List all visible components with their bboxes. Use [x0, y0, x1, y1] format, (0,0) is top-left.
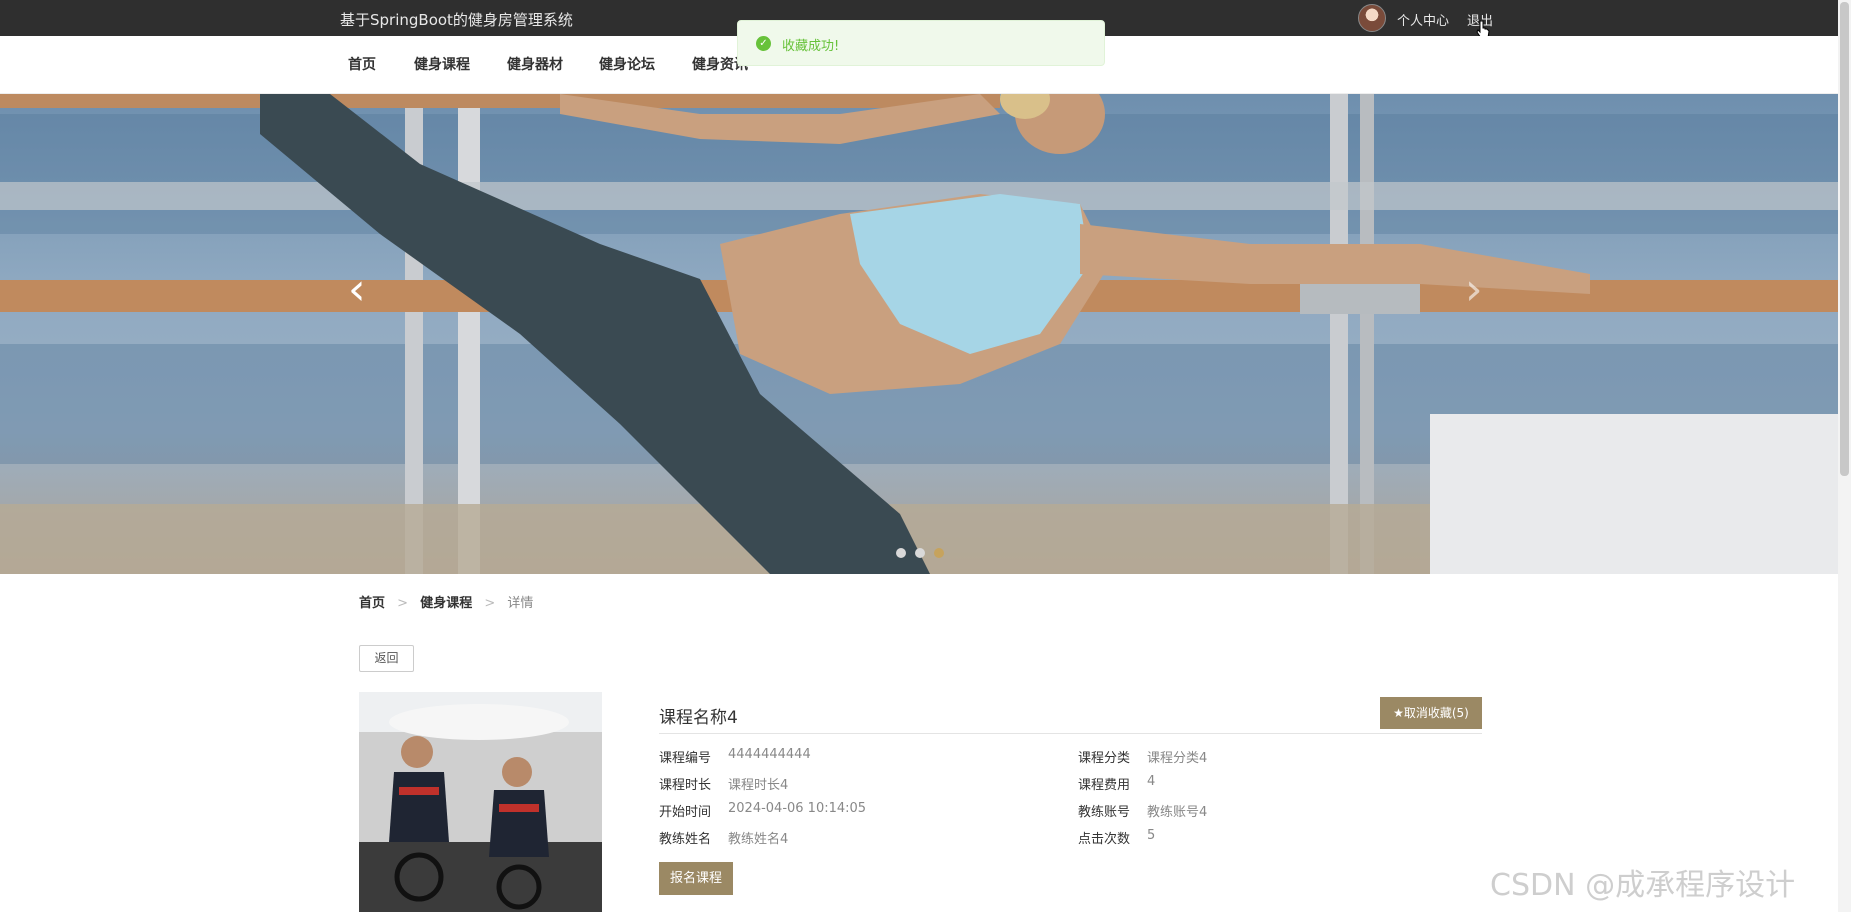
toast-message: 收藏成功!: [782, 39, 840, 54]
banner-image: [0, 94, 1838, 574]
cancel-favorite-button[interactable]: ★取消收藏(5): [1380, 697, 1482, 729]
scrollbar-thumb[interactable]: [1840, 2, 1849, 476]
watermark: CSDN @成承程序设计: [1490, 868, 1796, 903]
nav-fitness-forum[interactable]: 健身论坛: [599, 54, 655, 74]
nav-fitness-equipment[interactable]: 健身器材: [507, 54, 563, 74]
breadcrumb-courses[interactable]: 健身课程: [420, 596, 472, 611]
course-name: 课程名称4: [659, 708, 738, 728]
click-count-value: 5: [1147, 828, 1156, 843]
carousel-dot-3[interactable]: [934, 548, 944, 558]
nav-home[interactable]: 首页: [348, 54, 376, 74]
course-fee-label: 课程费用: [1078, 778, 1131, 793]
course-duration-label: 课程时长: [659, 778, 712, 793]
course-category-value: 课程分类4: [1147, 751, 1208, 766]
signup-course-button[interactable]: 报名课程: [659, 862, 733, 895]
coach-account-label: 教练账号: [1078, 805, 1131, 820]
course-category-label: 课程分类: [1078, 751, 1131, 766]
start-time-label: 开始时间: [659, 805, 712, 820]
carousel-dot-1[interactable]: [896, 548, 906, 558]
breadcrumb-separator: >: [397, 596, 409, 611]
success-toast: ✓ 收藏成功!: [737, 20, 1105, 66]
page-scrollbar[interactable]: [1838, 0, 1851, 912]
carousel-dot-2[interactable]: [915, 548, 925, 558]
site-title: 基于SpringBoot的健身房管理系统: [340, 11, 573, 29]
breadcrumb: 首页 > 健身课程 > 详情: [359, 592, 541, 611]
divider: [659, 733, 1482, 734]
course-code-label: 课程编号: [659, 751, 712, 766]
coach-name-label: 教练姓名: [659, 832, 712, 847]
breadcrumb-separator: >: [484, 596, 496, 611]
check-circle-icon: ✓: [756, 36, 771, 51]
course-fee-value: 4: [1147, 774, 1156, 789]
start-time-value: 2024-04-06 10:14:05: [728, 801, 867, 816]
banner-carousel: ‹ ›: [0, 94, 1838, 574]
course-code-value: 4444444444: [728, 747, 811, 762]
back-button[interactable]: 返回: [359, 645, 414, 672]
breadcrumb-home[interactable]: 首页: [359, 596, 385, 611]
user-avatar[interactable]: [1358, 4, 1386, 32]
coach-name-value: 教练姓名4: [728, 832, 789, 847]
carousel-prev-icon[interactable]: ‹: [348, 264, 366, 315]
nav-fitness-courses[interactable]: 健身课程: [414, 54, 470, 74]
course-duration-value: 课程时长4: [728, 778, 789, 793]
user-center-link[interactable]: 个人中心: [1397, 10, 1449, 29]
coach-account-value: 教练账号4: [1147, 805, 1208, 820]
course-image: [359, 692, 602, 912]
click-count-label: 点击次数: [1078, 832, 1131, 847]
breadcrumb-current: 详情: [507, 596, 534, 611]
carousel-next-icon[interactable]: ›: [1465, 264, 1483, 315]
